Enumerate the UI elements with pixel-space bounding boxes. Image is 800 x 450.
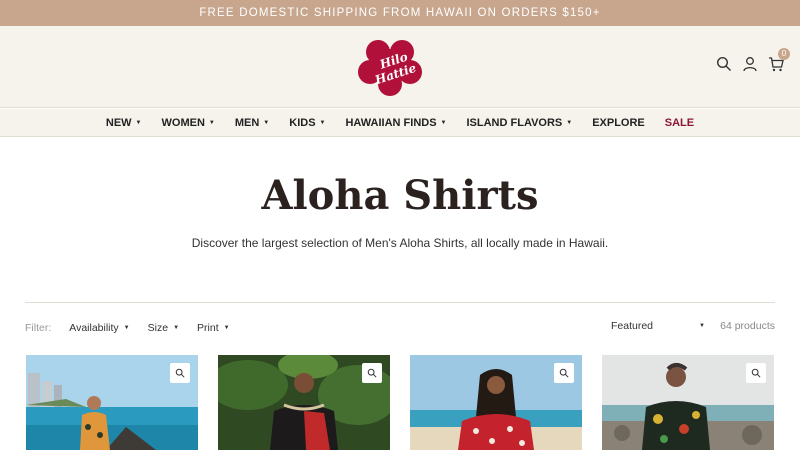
caret-down-icon: ▼	[263, 119, 270, 126]
product-card[interactable]	[602, 355, 774, 450]
nav-label: SALE	[664, 116, 695, 129]
announcement-bar: FREE DOMESTIC SHIPPING FROM HAWAII ON OR…	[0, 0, 800, 26]
cart-count-badge: 0	[778, 48, 790, 60]
sort-select[interactable]: Featured ▼	[611, 320, 705, 332]
caret-down-icon: ▼	[319, 119, 326, 126]
nav-label: MEN	[234, 116, 260, 129]
collection-description: Discover the largest selection of Men's …	[191, 236, 609, 250]
quick-view-button[interactable]	[554, 363, 574, 383]
filter-text: Availability	[69, 322, 119, 334]
filter-text: Size	[147, 322, 169, 334]
quick-view-button[interactable]	[170, 363, 190, 383]
zoom-icon	[175, 368, 185, 378]
announcement-text: FREE DOMESTIC SHIPPING FROM HAWAII ON OR…	[199, 7, 601, 19]
nav-item-kids[interactable]: KIDS ▼	[279, 117, 335, 129]
product-card[interactable]	[410, 355, 582, 450]
product-count: 64 products	[720, 320, 775, 332]
nav-label: HAWAIIAN FINDS	[345, 116, 437, 129]
filter-label: Filter:	[25, 322, 52, 334]
caret-down-icon: ▼	[699, 323, 705, 329]
caret-down-icon: ▼	[173, 325, 180, 331]
filter-availability[interactable]: Availability ▼	[69, 322, 129, 334]
filter-print[interactable]: Print ▼	[197, 322, 230, 334]
nav-item-women[interactable]: WOMEN ▼	[152, 117, 225, 129]
nav-label: NEW	[105, 116, 132, 129]
divider	[25, 302, 775, 303]
nav-label: KIDS	[289, 116, 316, 129]
site-header: Hilo Hattie 0	[0, 26, 800, 108]
product-card[interactable]	[26, 355, 198, 450]
account-icon[interactable]	[742, 56, 758, 72]
nav-item-men[interactable]: MEN ▼	[225, 117, 279, 129]
zoom-icon	[751, 368, 761, 378]
nav-label: WOMEN	[161, 116, 205, 129]
sort-value: Featured	[611, 320, 654, 332]
filter-bar: Filter: Availability ▼ Size ▼ Print ▼ Featu…	[25, 320, 775, 336]
filter-text: Print	[197, 322, 219, 334]
search-icon[interactable]	[716, 56, 732, 72]
brand-logo[interactable]: Hilo Hattie	[358, 38, 422, 96]
nav-label: EXPLORE	[592, 116, 645, 129]
zoom-icon	[559, 368, 569, 378]
nav-item-hawaiian-finds[interactable]: HAWAIIAN FINDS ▼	[335, 117, 456, 129]
quick-view-button[interactable]	[746, 363, 766, 383]
nav-item-sale[interactable]: SALE	[655, 117, 704, 129]
caret-down-icon: ▼	[135, 119, 142, 126]
nav-item-island-flavors[interactable]: ISLAND FLAVORS ▼	[457, 117, 583, 129]
nav-label: ISLAND FLAVORS	[466, 116, 563, 129]
caret-down-icon: ▼	[566, 119, 573, 126]
nav-item-new[interactable]: NEW ▼	[96, 117, 152, 129]
product-grid	[26, 355, 774, 450]
main-nav: NEW ▼ WOMEN ▼ MEN ▼ KIDS ▼ HAWAIIAN FINDS ▼ I…	[0, 109, 800, 137]
quick-view-button[interactable]	[362, 363, 382, 383]
caret-down-icon: ▼	[208, 119, 215, 126]
caret-down-icon: ▼	[223, 325, 230, 331]
nav-item-explore[interactable]: EXPLORE	[582, 117, 655, 129]
product-card[interactable]	[218, 355, 390, 450]
page-title: Aloha Shirts	[261, 172, 539, 219]
caret-down-icon: ▼	[123, 325, 130, 331]
filter-size[interactable]: Size ▼	[148, 322, 179, 334]
zoom-icon	[367, 368, 377, 378]
cart-button[interactable]: 0	[768, 48, 790, 72]
caret-down-icon: ▼	[440, 119, 447, 126]
